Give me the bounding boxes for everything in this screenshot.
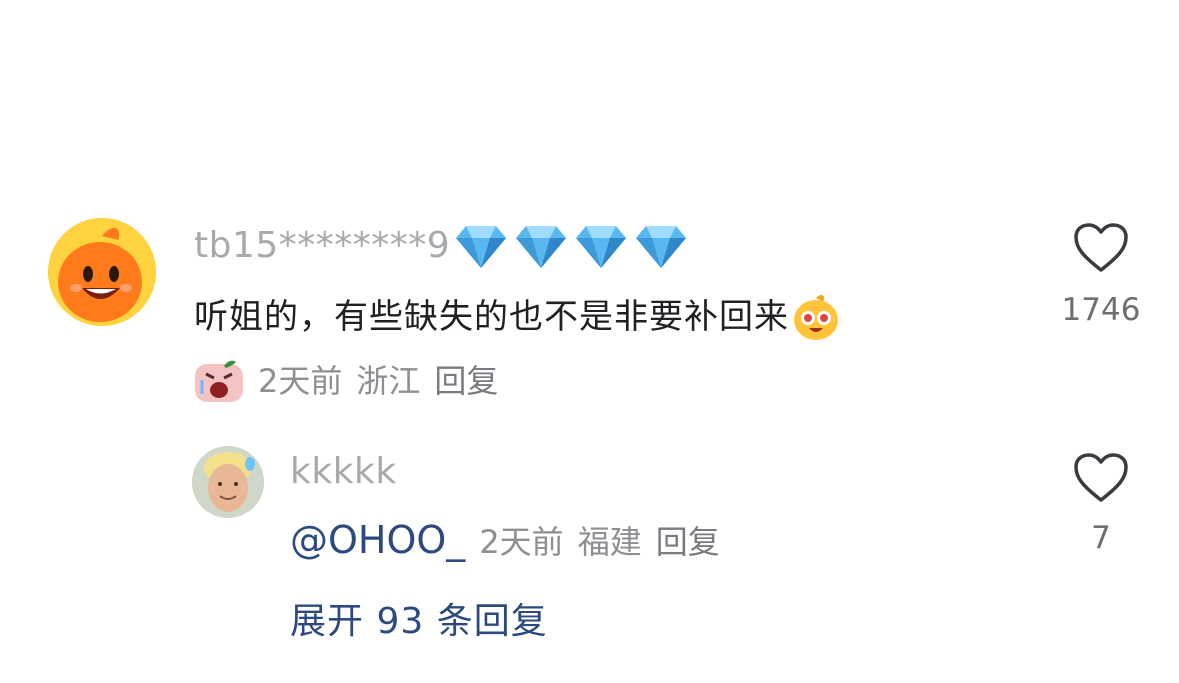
diamond-icon <box>636 226 687 268</box>
reply-mention-link[interactable]: @OHOO_ <box>290 518 465 562</box>
comment-text: 听姐的，有些缺失的也不是非要补回来 <box>194 297 789 337</box>
heart-icon[interactable] <box>1073 452 1129 504</box>
crying-sticker-icon <box>195 360 243 402</box>
diamond-icon <box>576 226 627 268</box>
comment-location: 浙江 <box>356 362 421 400</box>
comment-header: tb15********9 <box>194 222 694 270</box>
reply-username[interactable]: kkkkk <box>290 452 397 492</box>
badge-row <box>454 222 694 270</box>
reply-meta: @OHOO_ 2天前 福建 回复 <box>290 518 734 562</box>
diamond-icon <box>456 226 507 268</box>
heart-icon[interactable] <box>1073 222 1129 274</box>
reply-time: 2天前 <box>479 523 564 561</box>
comment-username[interactable]: tb15********9 <box>194 226 450 266</box>
expand-replies-button[interactable]: 展开 93 条回复 <box>290 600 548 644</box>
reply-reply-button[interactable]: 回复 <box>656 523 720 561</box>
comment-time: 2天前 <box>258 362 343 400</box>
mascot-avatar-image <box>48 218 156 326</box>
reply-like-count: 7 <box>1091 520 1111 556</box>
excited-face-emoji-icon <box>794 295 838 340</box>
comment-meta: 2天前 浙江 回复 <box>194 358 512 404</box>
replier-avatar[interactable] <box>192 446 264 518</box>
diamond-icon <box>516 226 567 268</box>
reply-location: 福建 <box>577 523 642 561</box>
comment-reply-button[interactable]: 回复 <box>434 362 498 400</box>
comment-like-count: 1746 <box>1061 292 1141 328</box>
comment-body: 听姐的，有些缺失的也不是非要补回来 <box>194 292 841 342</box>
person-photo-avatar <box>192 446 264 518</box>
commenter-avatar[interactable] <box>48 218 156 326</box>
